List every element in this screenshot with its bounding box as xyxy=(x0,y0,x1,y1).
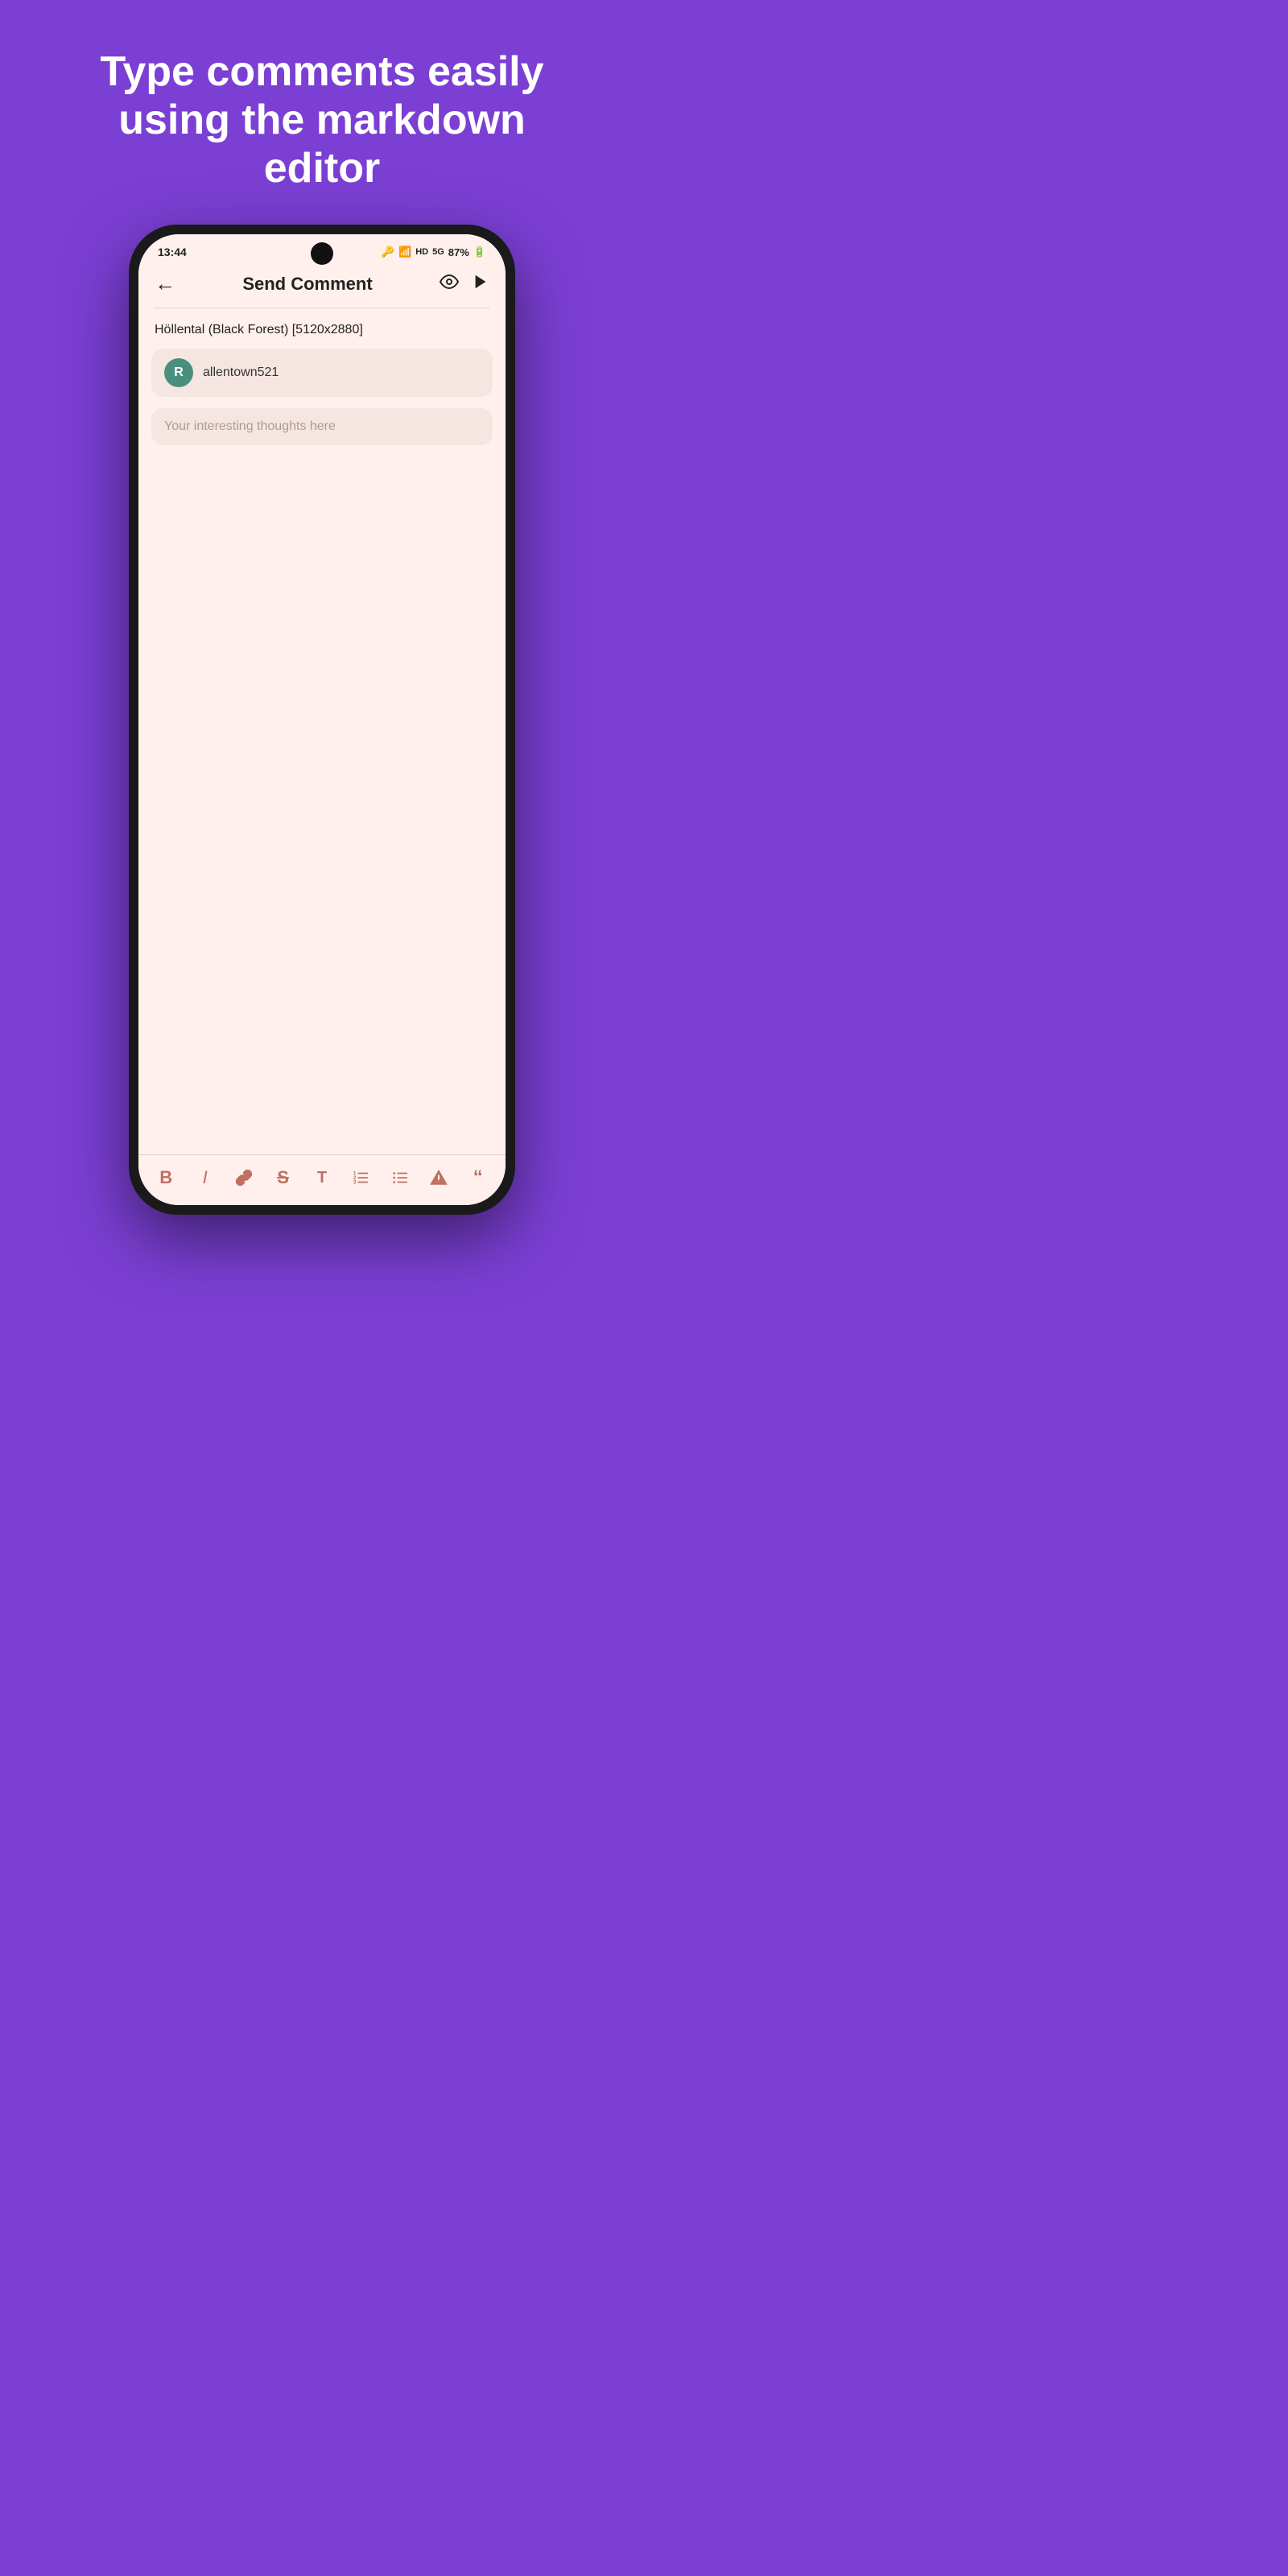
page-title: Send Comment xyxy=(242,274,372,295)
strikethrough-button[interactable]: S xyxy=(270,1167,296,1188)
signal-badge: 5G xyxy=(432,247,444,257)
hero-line1: Type comments easily xyxy=(100,48,543,95)
link-button[interactable] xyxy=(231,1169,257,1187)
nav-actions xyxy=(440,272,489,296)
svg-text:3: 3 xyxy=(353,1180,357,1186)
text-button[interactable]: T xyxy=(309,1169,335,1187)
username: allentown521 xyxy=(203,365,279,380)
markdown-toolbar: B I S T 1 2 3 xyxy=(138,1154,506,1205)
key-icon: 🔑 xyxy=(382,246,394,258)
phone-screen: 13:44 🔑 📶 HD 5G 87% 🔋 ← Send Comment xyxy=(138,234,506,1205)
italic-button[interactable]: I xyxy=(192,1167,218,1188)
send-button[interactable] xyxy=(472,273,489,295)
phone-frame: 13:44 🔑 📶 HD 5G 87% 🔋 ← Send Comment xyxy=(129,225,515,1215)
hero-line3: editor xyxy=(264,145,380,192)
camera-notch xyxy=(311,242,333,265)
back-button[interactable]: ← xyxy=(155,271,175,296)
hero-text: Type comments easily using the markdown … xyxy=(52,0,592,225)
quote-button[interactable]: “ xyxy=(465,1166,491,1189)
user-row: R allentown521 xyxy=(151,349,493,397)
comment-area[interactable]: Your interesting thoughts here xyxy=(151,408,493,445)
status-time: 13:44 xyxy=(158,246,187,258)
comment-placeholder: Your interesting thoughts here xyxy=(164,419,336,433)
ordered-list-button[interactable]: 1 2 3 xyxy=(348,1169,374,1187)
hero-line2: using the markdown xyxy=(118,97,526,143)
battery-icon: 🔋 xyxy=(473,246,486,258)
editor-body[interactable] xyxy=(138,453,506,1154)
hd-badge: HD xyxy=(415,247,428,257)
wifi-icon: 📶 xyxy=(398,246,411,258)
nav-bar: ← Send Comment xyxy=(138,263,506,308)
warning-button[interactable] xyxy=(426,1169,452,1187)
avatar: R xyxy=(164,358,193,387)
bold-button[interactable]: B xyxy=(153,1167,179,1188)
photo-title: Höllental (Black Forest) [5120x2880] xyxy=(138,308,506,349)
unordered-list-button[interactable] xyxy=(387,1169,413,1187)
preview-button[interactable] xyxy=(440,272,459,296)
battery-text: 87% xyxy=(448,246,469,258)
status-icons: 🔑 📶 HD 5G 87% 🔋 xyxy=(382,246,486,258)
